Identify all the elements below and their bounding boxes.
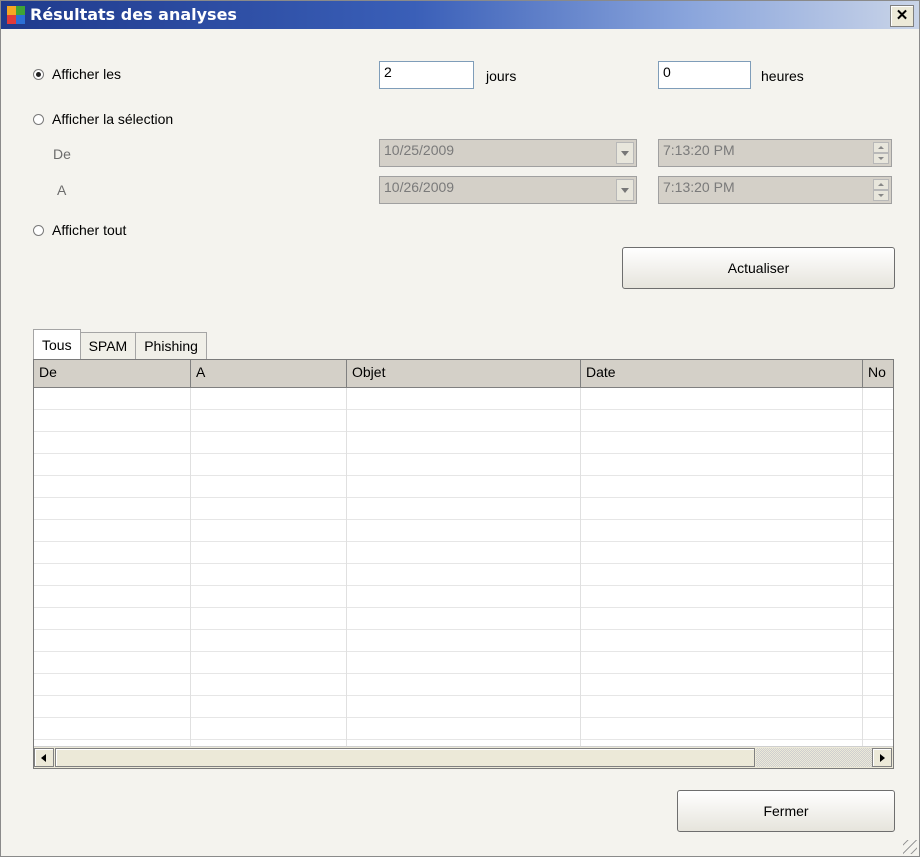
resize-grip-icon[interactable] xyxy=(903,840,917,854)
from-date-picker[interactable]: 10/25/2009 xyxy=(379,139,637,167)
column-header-to[interactable]: A xyxy=(191,360,347,387)
from-time-value: 7:13:20 PM xyxy=(663,142,735,158)
close-button[interactable]: Fermer xyxy=(677,790,895,832)
radio-show-selection[interactable]: Afficher la sélection xyxy=(33,111,173,127)
scrollbar-thumb[interactable] xyxy=(55,748,755,767)
app-icon xyxy=(7,6,25,24)
radio-show-all[interactable]: Afficher tout xyxy=(33,222,126,238)
radio-show-all-indicator[interactable] xyxy=(33,224,44,236)
days-unit-label: jours xyxy=(486,68,517,84)
column-divider xyxy=(580,388,581,746)
to-time-value: 7:13:20 PM xyxy=(663,179,735,195)
close-icon[interactable]: ✕ xyxy=(890,5,914,27)
to-time-spinner[interactable] xyxy=(873,179,889,201)
to-date-value: 10/26/2009 xyxy=(384,179,455,195)
column-header-date[interactable]: Date xyxy=(581,360,863,387)
chevron-down-icon[interactable] xyxy=(616,142,634,164)
tab-all[interactable]: Tous xyxy=(33,329,81,359)
radio-show-all-label: Afficher tout xyxy=(52,222,127,238)
spin-up-icon[interactable] xyxy=(873,142,889,153)
table-body[interactable] xyxy=(34,388,893,746)
hours-unit-label: heures xyxy=(761,68,804,84)
tab-spam[interactable]: SPAM xyxy=(79,332,137,359)
results-tabs: Tous SPAM Phishing xyxy=(33,329,207,359)
radio-show-selection-indicator[interactable] xyxy=(33,113,44,125)
column-divider xyxy=(862,388,863,746)
hours-input[interactable]: 0 xyxy=(658,61,751,89)
refresh-button[interactable]: Actualiser xyxy=(622,247,895,289)
scroll-right-icon[interactable] xyxy=(872,748,892,767)
from-label: De xyxy=(53,146,71,162)
chevron-down-icon[interactable] xyxy=(616,179,634,201)
to-time-picker[interactable]: 7:13:20 PM xyxy=(658,176,892,204)
from-time-spinner[interactable] xyxy=(873,142,889,164)
column-header-number[interactable]: No xyxy=(863,360,893,387)
radio-show-last[interactable]: Afficher les xyxy=(33,66,121,82)
column-header-subject[interactable]: Objet xyxy=(347,360,581,387)
results-window: Résultats des analyses ✕ Afficher les 2 … xyxy=(0,0,920,857)
radio-show-last-label: Afficher les xyxy=(52,66,121,82)
title-bar[interactable]: Résultats des analyses ✕ xyxy=(1,1,919,29)
to-date-picker[interactable]: 10/26/2009 xyxy=(379,176,637,204)
from-time-picker[interactable]: 7:13:20 PM xyxy=(658,139,892,167)
spin-down-icon[interactable] xyxy=(873,153,889,164)
column-divider xyxy=(346,388,347,746)
spin-up-icon[interactable] xyxy=(873,179,889,190)
scroll-left-icon[interactable] xyxy=(34,748,54,767)
to-label: A xyxy=(57,182,67,198)
scrollbar-track[interactable] xyxy=(756,748,872,767)
days-input[interactable]: 2 xyxy=(379,61,474,89)
radio-show-last-indicator[interactable] xyxy=(33,68,44,80)
tab-phishing[interactable]: Phishing xyxy=(135,332,207,359)
results-table[interactable]: De A Objet Date No xyxy=(33,359,894,769)
from-date-value: 10/25/2009 xyxy=(384,142,455,158)
column-header-from[interactable]: De xyxy=(34,360,191,387)
column-divider xyxy=(190,388,191,746)
spin-down-icon[interactable] xyxy=(873,190,889,201)
horizontal-scrollbar[interactable] xyxy=(34,746,893,768)
window-title: Résultats des analyses xyxy=(30,5,237,24)
table-header: De A Objet Date No xyxy=(34,360,893,388)
radio-show-selection-label: Afficher la sélection xyxy=(52,111,174,127)
